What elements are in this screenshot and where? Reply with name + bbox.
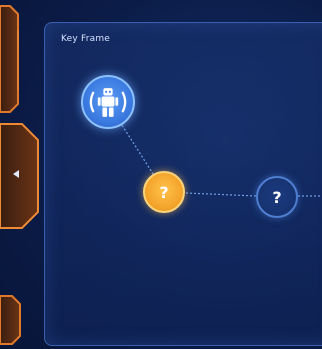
- collapse-panel-toggle[interactable]: [10, 165, 26, 185]
- panel-title: Key Frame: [61, 34, 111, 44]
- question-mark-icon: ?: [159, 182, 169, 202]
- side-rail: [0, 0, 46, 349]
- chevron-left-icon: [13, 170, 19, 178]
- robot-node[interactable]: [81, 75, 135, 129]
- key-frame-screen: Key Frame ? ?: [0, 0, 322, 349]
- unknown-node-1[interactable]: ?: [143, 171, 185, 213]
- unknown-node-2[interactable]: ?: [256, 176, 298, 218]
- robot-icon: [89, 88, 127, 117]
- question-mark-icon: ?: [272, 187, 282, 207]
